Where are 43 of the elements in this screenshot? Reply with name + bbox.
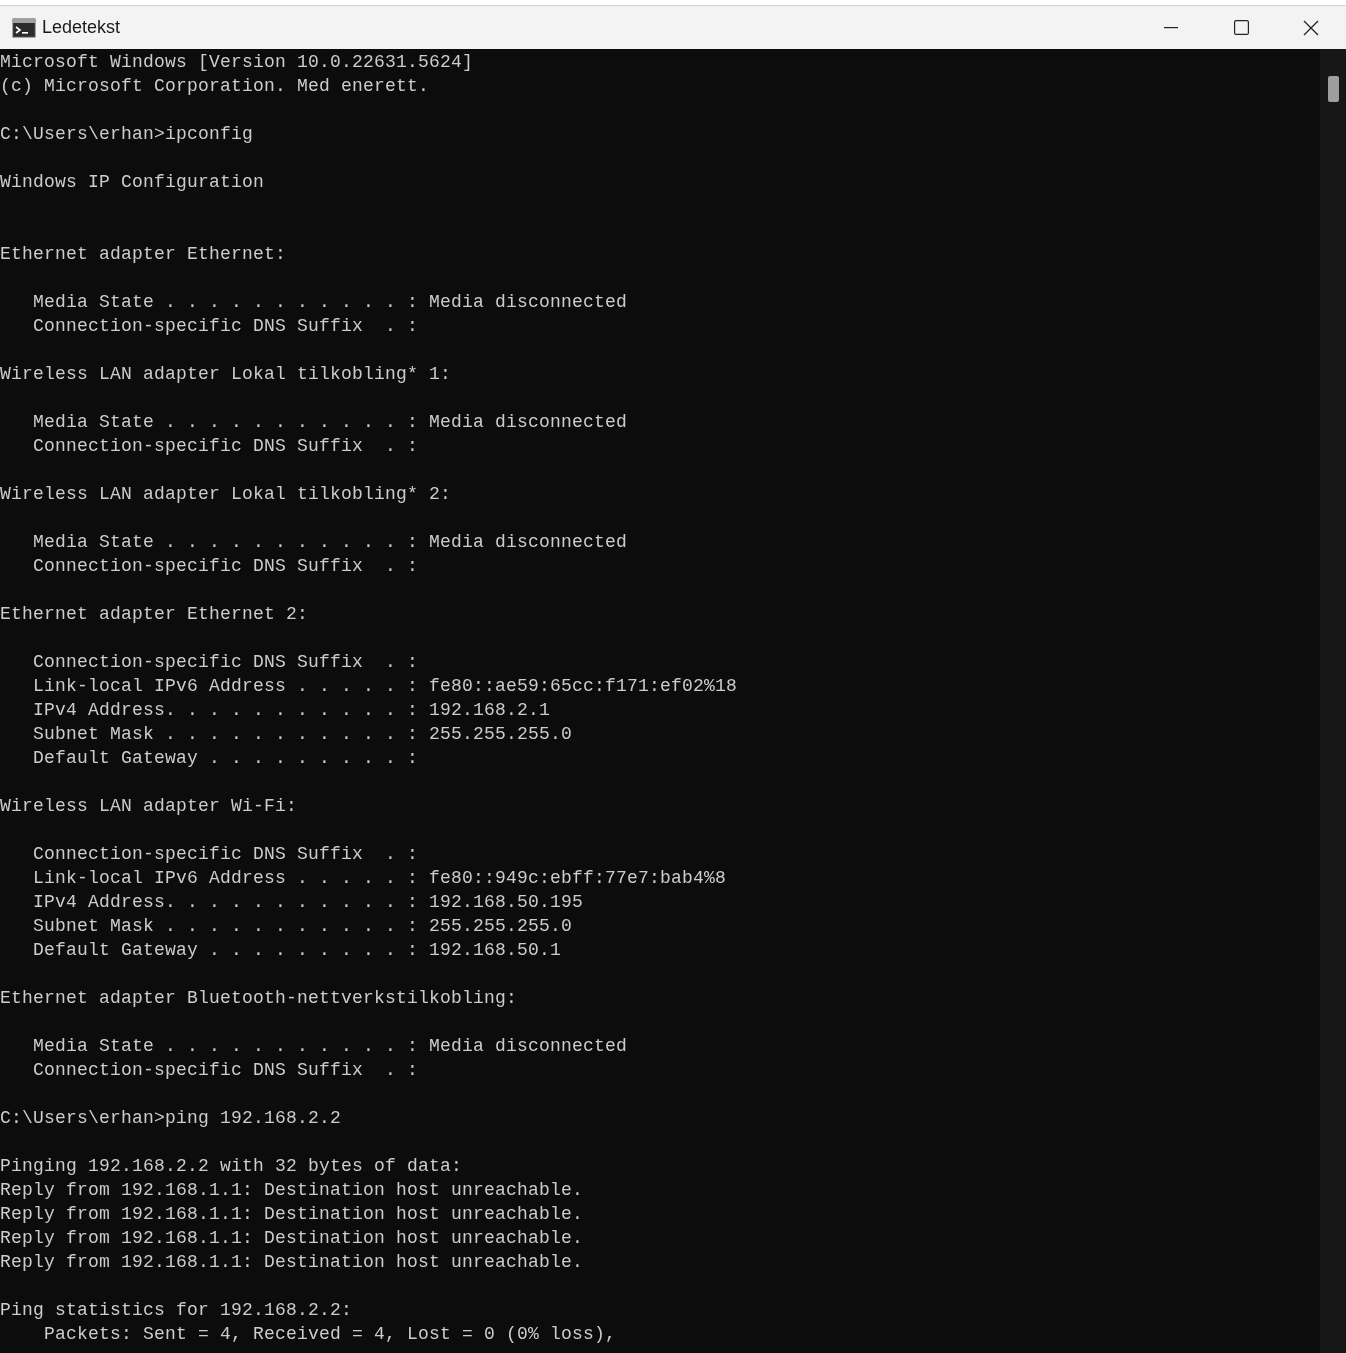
console-line: Connection-specific DNS Suffix . : — [32, 435, 419, 458]
console-line: Reply from 192.168.1.1: Destination host unreachable. — [0, 1251, 584, 1274]
console-line: Media State . . . . . . . . . . . : Media disconnected — [32, 291, 628, 314]
console-line: Windows IP Configuration — [0, 171, 265, 194]
console-line: (c) Microsoft Corporation. Med enerett. — [0, 75, 430, 98]
maximize-icon — [1233, 20, 1249, 35]
console-line: Connection-specific DNS Suffix . : — [32, 315, 419, 338]
console-line: Subnet Mask . . . . . . . . . . . : 255.255.255.0 — [32, 723, 573, 746]
scrollbar[interactable] — [1320, 49, 1346, 1353]
console-line: Connection-specific DNS Suffix . : — [32, 651, 419, 674]
scroll-thumb[interactable] — [1327, 76, 1339, 102]
console-icon — [12, 17, 36, 38]
console-line: IPv4 Address. . . . . . . . . . . : 192.168.2.1 — [32, 699, 551, 722]
console-line: Wireless LAN adapter Lokal tilkobling* 1: — [0, 363, 452, 386]
console-line: C:\Users\erhan>ipconfig — [0, 123, 254, 146]
console-line: Connection-specific DNS Suffix . : — [32, 1059, 419, 1082]
console-line: Default Gateway . . . . . . . . . : 192.168.50.1 — [32, 939, 562, 962]
console-line: IPv4 Address. . . . . . . . . . . : 192.168.50.195 — [32, 891, 584, 914]
window-title: Ledetekst — [42, 17, 122, 38]
console-line: Reply from 192.168.1.1: Destination host unreachable. — [0, 1179, 584, 1202]
console-line: Media State . . . . . . . . . . . : Media disconnected — [32, 1035, 628, 1058]
console-line: Microsoft Windows [Version 10.0.22631.5624] — [0, 51, 474, 74]
console-line: Wireless LAN adapter Wi-Fi: — [0, 795, 298, 818]
console-line: Link-local IPv6 Address . . . . . : fe80::949c:ebff:77e7:bab4%8 — [32, 867, 727, 890]
console-line: Default Gateway . . . . . . . . . : — [32, 747, 419, 770]
console-line: Subnet Mask . . . . . . . . . . . : 255.255.255.0 — [32, 915, 573, 938]
console-line: Connection-specific DNS Suffix . : — [32, 843, 419, 866]
console-line: C:\Users\erhan>ping 192.168.2.2 — [0, 1107, 342, 1130]
minimize-icon — [1164, 26, 1178, 29]
console-line: Reply from 192.168.1.1: Destination host unreachable. — [0, 1227, 584, 1250]
console-line: Link-local IPv6 Address . . . . . : fe80::ae59:65cc:f171:ef02%18 — [32, 675, 738, 698]
console-line: Packets: Sent = 4, Received = 4, Lost = 0 (0% loss), — [43, 1323, 617, 1346]
console-line: Ethernet adapter Ethernet: — [0, 243, 287, 266]
console-line: Ping statistics for 192.168.2.2: — [0, 1299, 353, 1322]
close-icon — [1303, 19, 1319, 36]
console-line: Pinging 192.168.2.2 with 32 bytes of data: — [0, 1155, 463, 1178]
console-line: Ethernet adapter Bluetooth-nettverkstilkobling: — [0, 987, 518, 1010]
console-line: Ethernet adapter Ethernet 2: — [0, 603, 309, 626]
console-line: Media State . . . . . . . . . . . : Media disconnected — [32, 531, 628, 554]
console-line: Wireless LAN adapter Lokal tilkobling* 2: — [0, 483, 452, 506]
console-line: Reply from 192.168.1.1: Destination host unreachable. — [0, 1203, 584, 1226]
console-line: Media State . . . . . . . . . . . : Media disconnected — [32, 411, 628, 434]
console-line: Connection-specific DNS Suffix . : — [32, 555, 419, 578]
